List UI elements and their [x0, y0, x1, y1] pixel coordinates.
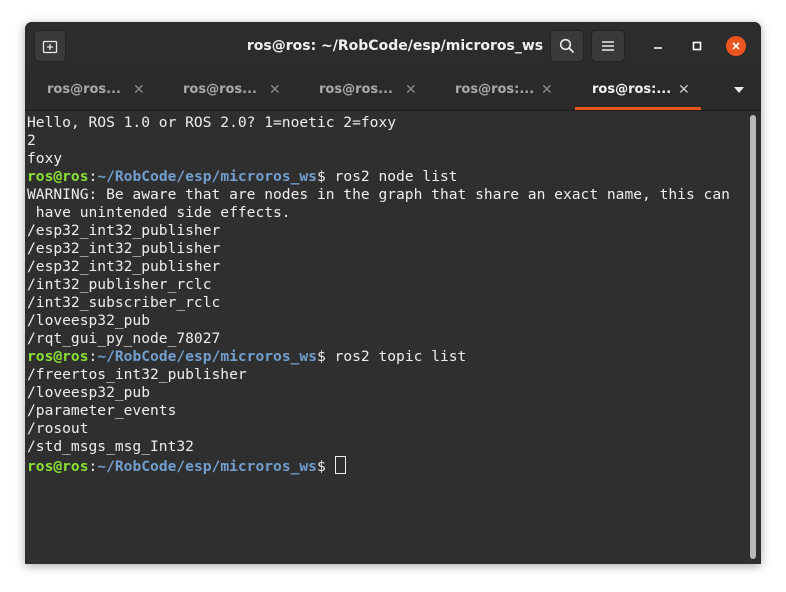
- output-line: Hello, ROS 1.0 or ROS 2.0? 1=noetic 2=fo…: [27, 114, 749, 132]
- prompt-line: ros@ros:~/RobCode/esp/microros_ws$ ros2 …: [27, 168, 749, 186]
- prompt-user: ros@ros: [27, 348, 89, 365]
- output-line: 2: [27, 132, 749, 150]
- output-text: /int32_subscriber_rclc: [27, 294, 221, 311]
- output-line: /std_msgs_msg_Int32: [27, 438, 749, 456]
- active-tab-indicator: [575, 107, 701, 110]
- window-title: ros@ros: ~/RobCode/esp/microros_ws: [246, 38, 544, 54]
- output-text: /esp32_int32_publisher: [27, 222, 221, 239]
- minimize-icon: [654, 47, 662, 49]
- prompt-path: ~/RobCode/esp/microros_ws: [97, 348, 317, 365]
- terminal-window: ros@ros: ~/RobCode/esp/microros_ws ros@r…: [25, 22, 761, 564]
- output-text: /rqt_gui_py_node_78027: [27, 330, 221, 347]
- prompt-colon: :: [88, 458, 98, 475]
- terminal-text: Hello, ROS 1.0 or ROS 2.0? 1=noetic 2=fo…: [27, 114, 749, 475]
- output-text: Hello, ROS 1.0 or ROS 2.0? 1=noetic 2=fo…: [27, 114, 397, 131]
- command-text: ros2 node list: [334, 168, 458, 185]
- output-text: /std_msgs_msg_Int32: [27, 438, 194, 455]
- output-line: /esp32_int32_publisher: [27, 258, 749, 276]
- maximize-button[interactable]: [687, 36, 707, 56]
- prompt-symbol: $: [316, 348, 335, 365]
- output-line: /esp32_int32_publisher: [27, 222, 749, 240]
- hamburger-menu-icon: [602, 41, 614, 51]
- tab-label: ros@ros...: [319, 82, 393, 97]
- scrollbar[interactable]: [750, 115, 756, 559]
- tab-label: ros@ros:...: [592, 82, 670, 97]
- output-text: /loveesp32_pub: [27, 384, 151, 401]
- prompt-colon: :: [88, 168, 98, 185]
- prompt-colon: :: [88, 348, 98, 365]
- output-line: /int32_subscriber_rclc: [27, 294, 749, 312]
- text-cursor: [334, 456, 346, 474]
- title-bar[interactable]: ros@ros: ~/RobCode/esp/microros_ws: [25, 22, 761, 70]
- minimize-button[interactable]: [648, 36, 668, 56]
- output-line: /loveesp32_pub: [27, 384, 749, 402]
- tab-close-icon[interactable]: ✕: [133, 70, 145, 110]
- output-text: foxy: [27, 150, 63, 167]
- tab-5-active[interactable]: ros@ros:... ✕: [570, 70, 701, 110]
- prompt-symbol: $: [316, 458, 335, 475]
- output-text: /int32_publisher_rclc: [27, 276, 212, 293]
- output-text: /loveesp32_pub: [27, 312, 151, 329]
- output-text: /freertos_int32_publisher: [27, 366, 247, 383]
- output-line: /parameter_events: [27, 402, 749, 420]
- tab-close-icon[interactable]: ✕: [405, 70, 417, 110]
- output-line: /rosout: [27, 420, 749, 438]
- close-button[interactable]: [726, 36, 746, 56]
- output-line: WARNING: Be aware that are nodes in the …: [27, 186, 749, 204]
- maximize-icon: [692, 41, 702, 51]
- tab-3[interactable]: ros@ros... ✕: [297, 70, 427, 110]
- output-text: WARNING: Be aware that are nodes in the …: [27, 186, 730, 203]
- prompt-user: ros@ros: [27, 168, 89, 185]
- output-line: have unintended side effects.: [27, 204, 749, 222]
- output-text: /esp32_int32_publisher: [27, 240, 221, 257]
- prompt-path: ~/RobCode/esp/microros_ws: [97, 458, 317, 475]
- chevron-down-icon: [734, 87, 744, 93]
- output-line: /loveesp32_pub: [27, 312, 749, 330]
- new-tab-button[interactable]: [34, 30, 66, 62]
- new-tab-icon: [42, 40, 58, 54]
- search-button[interactable]: [550, 30, 584, 62]
- terminal-output[interactable]: Hello, ROS 1.0 or ROS 2.0? 1=noetic 2=fo…: [25, 111, 761, 564]
- output-text: /parameter_events: [27, 402, 177, 419]
- output-text: 2: [27, 132, 36, 149]
- output-line: /freertos_int32_publisher: [27, 366, 749, 384]
- prompt-line: ros@ros:~/RobCode/esp/microros_ws$ ros2 …: [27, 348, 749, 366]
- tab-close-icon[interactable]: ✕: [678, 70, 690, 110]
- output-line: foxy: [27, 150, 749, 168]
- output-line: /int32_publisher_rclc: [27, 276, 749, 294]
- prompt-user: ros@ros: [27, 458, 89, 475]
- tab-2[interactable]: ros@ros... ✕: [161, 70, 291, 110]
- tab-1[interactable]: ros@ros... ✕: [25, 70, 155, 110]
- output-line: /rqt_gui_py_node_78027: [27, 330, 749, 348]
- tab-label: ros@ros:...: [455, 82, 533, 97]
- output-text: /rosout: [27, 420, 89, 437]
- prompt-line: ros@ros:~/RobCode/esp/microros_ws$: [27, 456, 749, 475]
- output-line: /esp32_int32_publisher: [27, 240, 749, 258]
- tab-label: ros@ros...: [183, 82, 257, 97]
- search-icon: [559, 38, 575, 54]
- prompt-path: ~/RobCode/esp/microros_ws: [97, 168, 317, 185]
- hamburger-menu-button[interactable]: [591, 30, 625, 62]
- tab-close-icon[interactable]: ✕: [541, 70, 553, 110]
- command-text: ros2 topic list: [334, 348, 467, 365]
- tab-4[interactable]: ros@ros:... ✕: [433, 70, 563, 110]
- prompt-symbol: $: [316, 168, 335, 185]
- close-icon: [732, 42, 740, 50]
- tab-label: ros@ros...: [47, 82, 121, 97]
- output-text: have unintended side effects.: [27, 204, 291, 221]
- output-text: /esp32_int32_publisher: [27, 258, 221, 275]
- tab-close-icon[interactable]: ✕: [269, 70, 281, 110]
- tabs-overflow-button[interactable]: [725, 70, 753, 110]
- tab-bar: ros@ros... ✕ ros@ros... ✕ ros@ros... ✕ r…: [25, 70, 761, 111]
